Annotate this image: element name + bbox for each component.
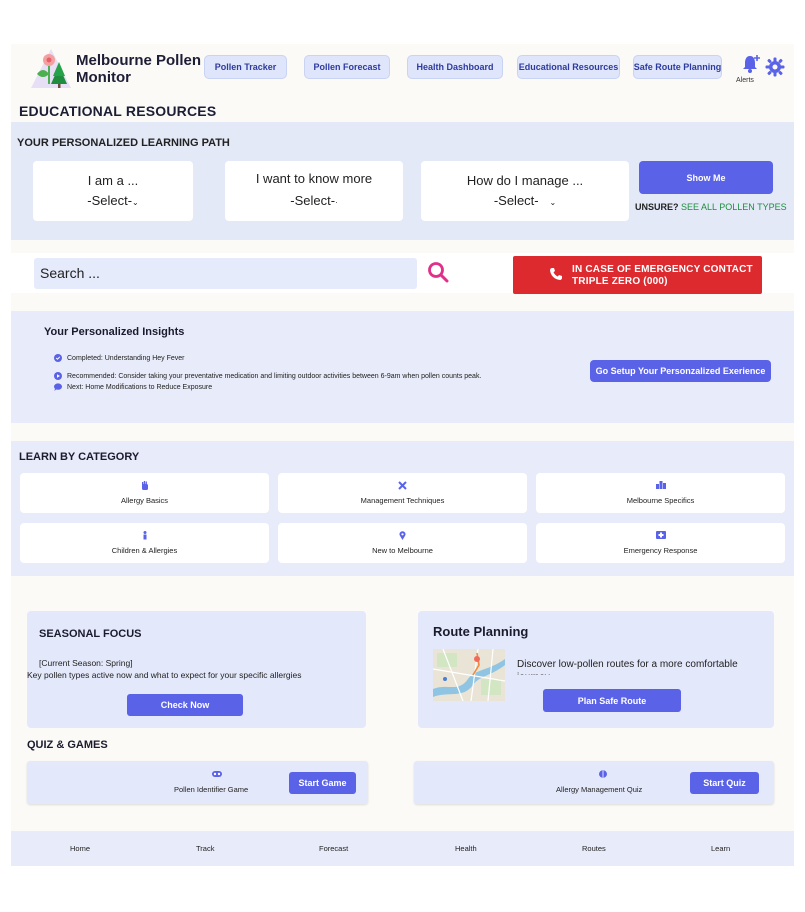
check-now-button[interactable]: Check Now <box>127 694 243 716</box>
learning-path-title: YOUR PERSONALIZED LEARNING PATH <box>17 137 230 149</box>
iam-value: -Select- <box>87 193 133 208</box>
categories-title: LEARN BY CATEGORY <box>19 451 140 463</box>
nav-pollen-tracker[interactable]: Pollen Tracker <box>204 55 287 79</box>
comment-icon <box>54 383 62 391</box>
bottom-nav: Home Track Forecast Health Routes Learn <box>11 831 794 866</box>
allergy-management-quiz-card: Allergy Management Quiz Start Quiz <box>414 761 774 804</box>
plan-safe-route-button[interactable]: Plan Safe Route <box>543 689 681 712</box>
insight-next: Next: Home Modifications to Reduce Expos… <box>54 383 212 391</box>
start-game-button[interactable]: Start Game <box>289 772 356 794</box>
know-more-select[interactable]: -Select-· <box>225 193 403 208</box>
emergency-line1: IN CASE OF EMERGENCY CONTACT <box>572 264 753 275</box>
page-title: EDUCATIONAL RESOURCES <box>19 103 217 119</box>
category-new-to-melbourne[interactable]: New to Melbourne <box>278 523 527 563</box>
emergency-text: IN CASE OF EMERGENCY CONTACT TRIPLE ZERO… <box>572 264 753 288</box>
seasonal-description: Key pollen types active now and what to … <box>27 670 302 680</box>
alerts-label: Alerts <box>736 77 754 84</box>
bottom-nav-routes[interactable]: Routes <box>582 844 606 853</box>
start-quiz-button[interactable]: Start Quiz <box>690 772 759 794</box>
gear-icon[interactable] <box>765 57 785 77</box>
category-label: Allergy Basics <box>120 496 169 505</box>
category-label: Emergency Response <box>623 546 698 555</box>
first-aid-icon <box>655 531 666 539</box>
insight-next-text: Next: Home Modifications to Reduce Expos… <box>67 383 213 391</box>
app-title: Melbourne Pollen Monitor <box>76 52 201 86</box>
nav-pollen-forecast[interactable]: Pollen Forecast <box>304 55 390 79</box>
current-season: [Current Season: Spring] <box>39 658 133 668</box>
know-more-selector[interactable]: I want to know more -Select-· <box>225 161 403 221</box>
top-header: Melbourne Pollen Monitor Pollen Tracker … <box>11 44 794 94</box>
nav-educational-resources[interactable]: Educational Resources <box>517 55 620 79</box>
see-all-pollen-types-link[interactable]: SEE ALL POLLEN TYPES <box>681 202 787 212</box>
logo-icon <box>31 49 71 88</box>
hand-icon <box>141 481 148 490</box>
route-map-image <box>433 649 505 701</box>
unsure-prefix: UNSURE? <box>635 202 679 212</box>
phone-icon <box>550 268 562 280</box>
chevron-down-icon: ⌄ <box>132 198 139 207</box>
route-planning-card: Route Planning Discover low-pollen route… <box>418 611 774 728</box>
tools-icon <box>398 481 407 490</box>
know-more-value: -Select- <box>290 193 336 208</box>
app-title-line1: Melbourne Pollen <box>76 52 202 69</box>
manage-selector[interactable]: How do I manage ... -Select- ⌄ <box>421 161 629 221</box>
category-allergy-basics[interactable]: Allergy Basics <box>20 473 269 513</box>
bottom-nav-health[interactable]: Health <box>455 844 477 853</box>
bottom-nav-learn[interactable]: Learn <box>711 844 730 853</box>
allergy-management-quiz-label: Allergy Management Quiz <box>556 785 643 794</box>
nav-health-dashboard[interactable]: Health Dashboard <box>407 55 503 79</box>
category-label: Management Techniques <box>360 496 445 505</box>
unsure-text: UNSURE? SEE ALL POLLEN TYPES <box>635 202 787 212</box>
manage-value: -Select- <box>493 193 539 208</box>
chevron-down-icon: ⌄ <box>549 198 557 207</box>
app-title-line2: Monitor <box>76 69 131 86</box>
chevron-down-icon: · <box>335 198 338 207</box>
category-label: New to Melbourne <box>372 546 433 555</box>
insight-completed-text: Completed: Understanding Hey Fever <box>67 354 185 362</box>
route-planning-title: Route Planning <box>433 624 529 639</box>
iam-prompt: I am a ... <box>87 173 139 188</box>
category-label: Children & Allergies <box>111 546 178 555</box>
category-label: Melbourne Specifics <box>626 496 695 505</box>
iam-select[interactable]: -Select-⌄ <box>33 193 193 208</box>
gamepad-icon <box>212 771 222 777</box>
child-icon <box>143 531 146 540</box>
seasonal-focus-title: SEASONAL FOCUS <box>39 628 142 640</box>
quiz-games-title: QUIZ & GAMES <box>27 739 108 751</box>
route-planning-description: Discover low-pollen routes for a more co… <box>517 659 738 675</box>
nav-safe-route-planning[interactable]: Safe Route Planning <box>633 55 722 79</box>
seasonal-focus-card: SEASONAL FOCUS [Current Season: Spring] … <box>27 611 366 728</box>
insight-recommended: Recommended: Consider taking your preven… <box>54 372 481 380</box>
insight-completed: Completed: Understanding Hey Fever <box>54 354 185 362</box>
manage-select[interactable]: -Select- ⌄ <box>421 193 629 208</box>
emergency-contact-banner[interactable]: IN CASE OF EMERGENCY CONTACT TRIPLE ZERO… <box>513 256 762 294</box>
bell-plus-icon[interactable] <box>742 53 762 75</box>
iam-selector[interactable]: I am a ... -Select-⌄ <box>33 161 193 221</box>
play-circle-icon <box>54 372 62 380</box>
category-melbourne-specifics[interactable]: Melbourne Specifics <box>536 473 785 513</box>
insight-recommended-text: Recommended: Consider taking your preven… <box>67 372 482 380</box>
search-input[interactable]: Search ... <box>34 258 417 289</box>
category-management-techniques[interactable]: Management Techniques <box>278 473 527 513</box>
know-more-prompt: I want to know more <box>255 171 373 186</box>
search-icon[interactable] <box>427 261 449 283</box>
insights-title: Your Personalized Insights <box>44 326 185 338</box>
bottom-nav-track[interactable]: Track <box>196 844 214 853</box>
check-circle-icon <box>54 354 62 362</box>
emergency-line2: TRIPLE ZERO (000) <box>572 276 668 287</box>
brain-icon <box>599 770 607 778</box>
category-children-allergies[interactable]: Children & Allergies <box>20 523 269 563</box>
bottom-nav-home[interactable]: Home <box>70 844 90 853</box>
map-pin-icon <box>399 531 406 540</box>
category-emergency-response[interactable]: Emergency Response <box>536 523 785 563</box>
page: Melbourne Pollen Monitor Pollen Tracker … <box>11 44 794 866</box>
pollen-identifier-game-label: Pollen Identifier Game <box>174 785 249 794</box>
bottom-nav-forecast[interactable]: Forecast <box>319 844 348 853</box>
show-me-button[interactable]: Show Me <box>639 161 773 194</box>
pollen-identifier-game-card: Pollen Identifier Game Start Game <box>27 761 368 804</box>
city-icon <box>655 481 666 489</box>
setup-personalized-experience-button[interactable]: Go Setup Your Personzalized Exerience <box>590 360 771 382</box>
manage-prompt: How do I manage ... <box>466 173 584 188</box>
